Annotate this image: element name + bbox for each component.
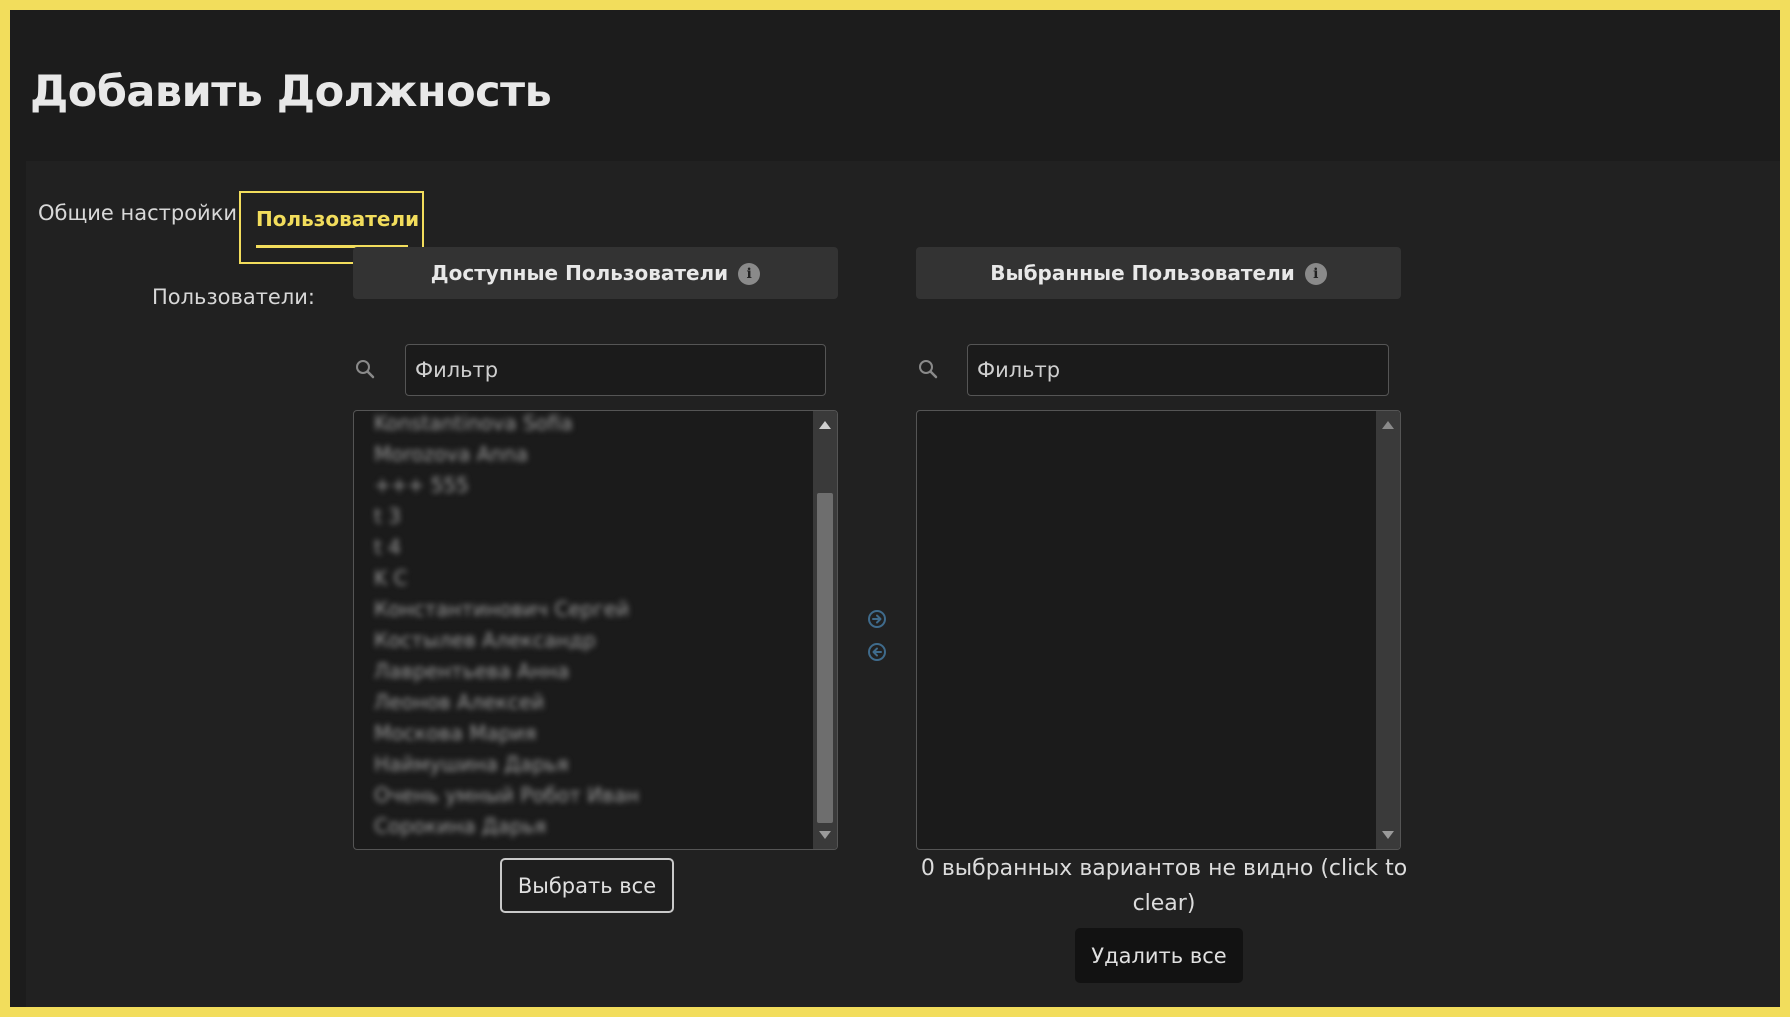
selected-list-scrollbar[interactable]	[1376, 411, 1400, 849]
scroll-down-icon[interactable]	[819, 831, 831, 839]
tab-users-label: Пользователи	[256, 207, 420, 231]
search-icon	[919, 360, 938, 379]
selected-users-header: Выбранные Пользователи i	[916, 247, 1401, 299]
info-icon[interactable]: i	[1304, 263, 1327, 285]
tab-general-settings[interactable]: Общие настройки	[38, 201, 237, 225]
list-item[interactable]: t 4	[374, 535, 401, 559]
page-title: Добавить Должность	[30, 67, 552, 117]
available-list-scrollbar[interactable]	[813, 411, 837, 849]
list-item[interactable]: Константинович Сергей	[374, 597, 629, 621]
search-icon	[356, 360, 375, 379]
list-item[interactable]: +++ 555	[374, 473, 469, 497]
scroll-up-icon[interactable]	[1382, 421, 1394, 429]
available-filter-input[interactable]	[405, 344, 826, 396]
scroll-thumb[interactable]	[817, 493, 833, 823]
list-item[interactable]: t 3	[374, 504, 401, 528]
available-users-header: Доступные Пользователи i	[353, 247, 838, 299]
hidden-selected-note[interactable]: 0 выбранных вариантов не видно (click to…	[919, 851, 1409, 921]
selected-users-list[interactable]	[916, 410, 1401, 850]
available-users-title: Доступные Пользователи	[430, 261, 729, 285]
list-item[interactable]: K C	[374, 566, 407, 590]
list-item[interactable]: Наймушина Дарья	[374, 752, 569, 776]
scroll-up-icon[interactable]	[819, 421, 831, 429]
arrow-left-circle-icon[interactable]	[867, 642, 887, 662]
selected-users-title: Выбранные Пользователи	[990, 261, 1295, 285]
form-panel: Общие настройки Пользователи Пользовател…	[26, 161, 1780, 1007]
admin-window: Добавить Должность Общие настройки Польз…	[10, 10, 1780, 1007]
arrow-right-circle-icon[interactable]	[867, 609, 887, 629]
list-item[interactable]: Костылев Александр	[374, 628, 596, 652]
list-item[interactable]: Konstantinova Sofia	[374, 411, 573, 435]
info-icon[interactable]: i	[738, 263, 761, 285]
list-item[interactable]: Леонов Алексей	[374, 690, 544, 714]
list-item[interactable]: Очень умный Робот Иван	[374, 783, 639, 807]
users-field-label: Пользователи:	[152, 285, 315, 309]
select-all-button[interactable]: Выбрать все	[500, 858, 674, 913]
list-item[interactable]: Москова Мария	[374, 721, 536, 745]
available-users-list[interactable]: Konstantinova Sofia Morozova Anna +++ 55…	[353, 410, 838, 850]
selected-filter-input[interactable]	[967, 344, 1389, 396]
remove-all-button[interactable]: Удалить все	[1075, 928, 1243, 983]
scroll-down-icon[interactable]	[1382, 831, 1394, 839]
list-item[interactable]: Morozova Anna	[374, 442, 528, 466]
list-item[interactable]: Сорокина Дарья	[374, 814, 546, 838]
list-item[interactable]: Лаврентьева Анна	[374, 659, 569, 683]
